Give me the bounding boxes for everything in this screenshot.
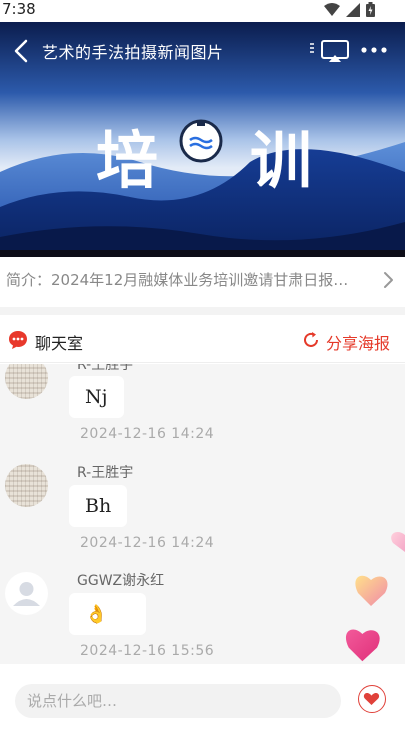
banner-text-right: 训 — [250, 124, 313, 197]
share-poster-button[interactable]: 分享海报 — [326, 330, 390, 354]
status-bar: 7:38 — [0, 0, 405, 22]
intro-text: 简介：2024年12月融媒体业务培训邀请甘肃日报… — [6, 271, 349, 289]
message-bubble: 👌 — [69, 593, 146, 635]
chat-room-title: 聊天室 — [35, 334, 84, 353]
more-icon[interactable] — [360, 40, 388, 60]
floating-hearts — [345, 531, 405, 662]
avatar[interactable] — [5, 364, 48, 399]
wifi-icon — [324, 2, 340, 16]
heart-icon — [391, 531, 405, 552]
back-icon[interactable] — [10, 38, 34, 64]
page-title: 艺术的手法拍摄新闻图片 — [42, 43, 224, 62]
chat-input[interactable] — [15, 684, 341, 718]
banner-text-left: 培 — [96, 124, 159, 197]
avatar[interactable] — [5, 464, 48, 507]
chat-bubble-icon — [9, 331, 27, 349]
status-time: 7:38 — [2, 0, 36, 18]
message-time: 2024-12-16 14:24 — [80, 426, 215, 442]
sender-name: GGWZ谢永红 — [77, 573, 165, 589]
input-bar — [0, 664, 405, 730]
signal-icon — [346, 2, 360, 17]
message-bubble: Nj — [69, 376, 124, 418]
sender-name: R-王胜宇 — [77, 364, 134, 373]
refresh-share-icon[interactable] — [302, 331, 320, 349]
message-bubble: Bh — [69, 485, 128, 527]
chat-header: 聊天室 分享海报 — [0, 315, 405, 363]
battery-icon — [366, 2, 375, 17]
message-time: 2024-12-16 15:56 — [80, 643, 215, 659]
heart-icon — [363, 693, 380, 705]
like-button[interactable] — [358, 685, 386, 713]
intro-section[interactable]: 简介：2024年12月融媒体业务培训邀请甘肃日报… — [0, 257, 405, 315]
heart-icon — [345, 629, 380, 662]
avatar[interactable] — [5, 572, 48, 615]
cast-icon[interactable] — [308, 38, 352, 64]
heart-icon — [355, 575, 388, 606]
message-time: 2024-12-16 14:24 — [80, 535, 215, 551]
sender-name: R-王胜宇 — [77, 465, 134, 481]
status-icons — [324, 2, 375, 17]
chevron-right-icon[interactable] — [381, 270, 395, 290]
default-user-icon — [13, 582, 40, 606]
video-banner[interactable]: 艺术的手法拍摄新闻图片 培 训 — [0, 22, 405, 257]
banner-logo-icon — [179, 119, 223, 163]
